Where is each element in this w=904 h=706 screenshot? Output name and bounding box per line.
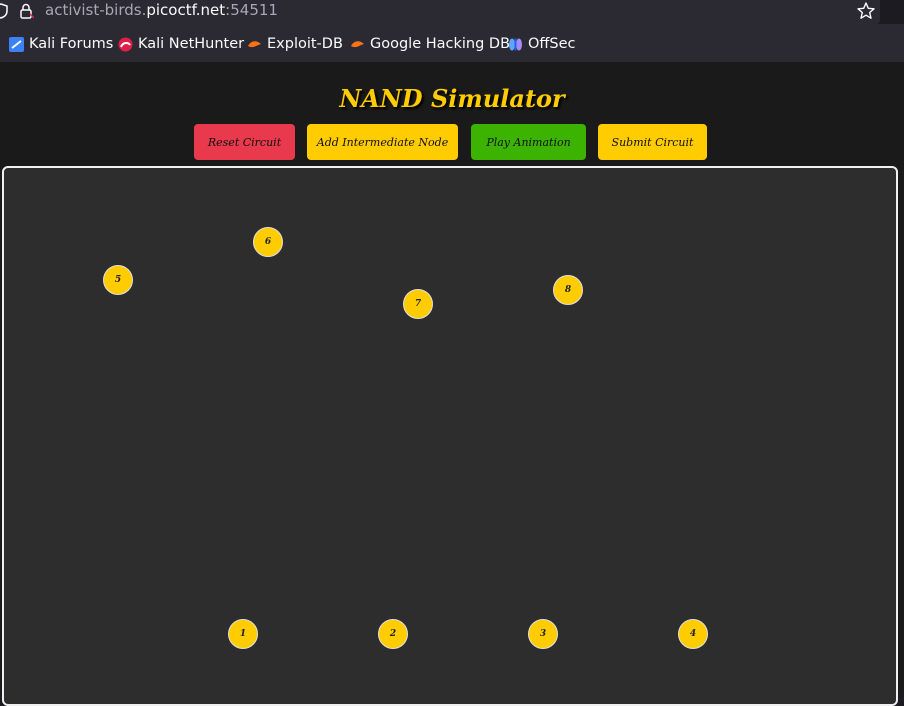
- kali-forums-icon: [9, 36, 24, 52]
- bookmark-kali-nethunter[interactable]: Kali NetHunter: [118, 36, 244, 52]
- bookmark-label: Exploit-DB: [267, 36, 343, 52]
- kali-nethunter-icon: [118, 37, 133, 51]
- offsec-icon: [509, 38, 522, 50]
- url-text[interactable]: activist-birds.picoctf.net:54511: [45, 1, 278, 19]
- page-title: NAND Simulator: [339, 84, 565, 113]
- bookmark-offsec[interactable]: OffSec: [508, 36, 576, 52]
- google-hacking-db-icon: [351, 40, 364, 47]
- url-subdomain: activist-birds.: [45, 1, 147, 19]
- bookmark-label: OffSec: [528, 36, 576, 52]
- circuit-node[interactable]: 1: [228, 619, 258, 649]
- url-domain: picoctf.net: [146, 1, 226, 19]
- address-bar[interactable]: activist-birds.picoctf.net:54511: [0, 0, 880, 24]
- page-content: NAND Simulator Reset Circuit Add Interme…: [0, 62, 904, 706]
- bookmarks-toolbar: Kali Forums Kali NetHunter Exploit-DB Go…: [0, 24, 904, 62]
- bookmark-google-hacking-db[interactable]: Google Hacking DB: [350, 36, 510, 52]
- shield-icon[interactable]: [0, 2, 8, 20]
- exploit-db-icon: [248, 40, 261, 47]
- bookmark-star-icon[interactable]: [856, 1, 876, 21]
- bookmark-label: Kali NetHunter: [138, 36, 245, 52]
- circuit-node[interactable]: 5: [103, 265, 133, 295]
- bookmark-exploit-db[interactable]: Exploit-DB: [247, 36, 343, 52]
- bookmark-label: Google Hacking DB: [370, 36, 511, 52]
- circuit-node[interactable]: 7: [403, 289, 433, 319]
- bookmark-kali-forums[interactable]: Kali Forums: [9, 36, 113, 52]
- circuit-node[interactable]: 3: [528, 619, 558, 649]
- circuit-node[interactable]: 4: [678, 619, 708, 649]
- circuit-node[interactable]: 8: [553, 275, 583, 305]
- reset-circuit-button[interactable]: Reset Circuit: [194, 124, 295, 160]
- url-port: :54511: [225, 1, 278, 19]
- circuit-node[interactable]: 6: [253, 227, 283, 257]
- circuit-canvas[interactable]: 1 2 3 4 5 6 7 8: [2, 166, 898, 706]
- play-animation-button[interactable]: Play Animation: [471, 124, 586, 160]
- circuit-node[interactable]: 2: [378, 619, 408, 649]
- add-intermediate-node-button[interactable]: Add Intermediate Node: [307, 124, 458, 160]
- bookmark-label: Kali Forums: [29, 36, 114, 52]
- submit-circuit-button[interactable]: Submit Circuit: [598, 124, 707, 160]
- lock-icon[interactable]: [18, 2, 34, 20]
